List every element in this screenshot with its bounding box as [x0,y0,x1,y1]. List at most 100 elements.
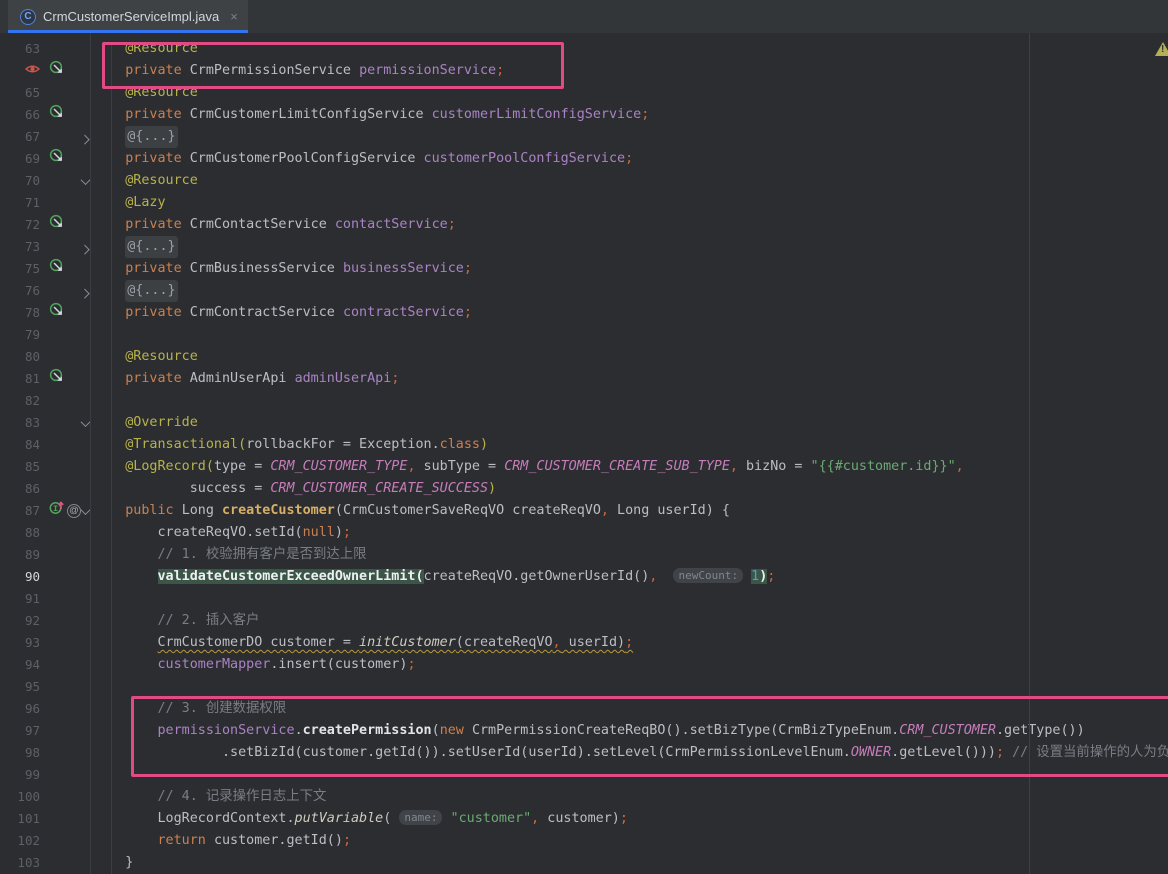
code-line-91[interactable]: 91 [0,588,1168,610]
code-line-102[interactable]: 102 return customer.getId(); [0,830,1168,852]
code-line-89[interactable]: 89 // 1. 校验拥有客户是否到达上限 [0,544,1168,566]
code-line-99[interactable]: 99 [0,764,1168,786]
code-line-71[interactable]: 71 @Lazy [0,192,1168,214]
inspections-warning-widget[interactable] [1155,42,1168,56]
code-line-[interactable]: private CrmPermissionService permissionS… [0,60,1168,82]
code-line-86[interactable]: 86 success = CRM_CUSTOMER_CREATE_SUCCESS… [0,478,1168,500]
code-text [92,588,1168,610]
tab-close-icon[interactable]: × [230,9,238,24]
code-line-70[interactable]: 70 @Resource [0,170,1168,192]
code-token: ; [407,657,415,672]
code-token: private [125,305,190,320]
spring-bean-icon[interactable] [49,148,64,171]
gutter: 70 [0,170,92,192]
code-line-97[interactable]: 97 permissionService.createPermission(ne… [0,720,1168,742]
code-line-82[interactable]: 82 [0,390,1168,412]
code-text: private CrmPermissionService permissionS… [92,60,1168,82]
code-line-63[interactable]: 63 @Resource [0,38,1168,60]
code-line-69[interactable]: 69 private CrmCustomerPoolConfigService … [0,148,1168,170]
gutter: 87I@ [0,500,92,522]
fold-collapsed-icon[interactable] [79,288,89,298]
code-text: LogRecordContext.putVariable( name: "cus… [92,808,1168,830]
code-line-78[interactable]: 78 private CrmContractService contractSe… [0,302,1168,324]
code-token: // 1. 校验拥有客户是否到达上限 [158,547,367,562]
code-line-88[interactable]: 88 createReqVO.setId(null); [0,522,1168,544]
code-text: @Resource [92,38,1168,60]
code-token: CrmContractService [190,305,343,320]
gutter: 103 [0,852,92,874]
implementing-method-icon[interactable]: I [49,500,65,523]
gutter: 80 [0,346,92,368]
code-token: ; [448,217,456,232]
spring-bean-icon[interactable] [49,368,64,391]
code-token: ( [238,437,246,452]
code-line-75[interactable]: 75 private CrmBusinessService businessSe… [0,258,1168,280]
code-line-94[interactable]: 94 customerMapper.insert(customer); [0,654,1168,676]
code-line-87[interactable]: 87I@ public Long createCustomer(CrmCusto… [0,500,1168,522]
code-line-81[interactable]: 81 private AdminUserApi adminUserApi; [0,368,1168,390]
code-line-84[interactable]: 84 @Transactional(rollbackFor = Exceptio… [0,434,1168,456]
gutter: 102 [0,830,92,852]
code-line-80[interactable]: 80 @Resource [0,346,1168,368]
code-token: OWNER [851,745,891,760]
code-token: CrmPermissionService [190,63,359,78]
fold-expanded-icon[interactable] [80,175,90,185]
fold-collapsed-icon[interactable] [79,134,89,144]
code-line-66[interactable]: 66 private CrmCustomerLimitConfigService… [0,104,1168,126]
code-token: . [295,723,303,738]
code-line-65[interactable]: 65 @Resource [0,82,1168,104]
fold-collapsed-icon[interactable] [79,244,89,254]
code-token: rollbackFor = Exception. [246,437,439,452]
code-line-96[interactable]: 96 // 3. 创建数据权限 [0,698,1168,720]
code-line-73[interactable]: 73 @{...} [0,236,1168,258]
code-token [93,635,158,650]
line-number: 79 [0,324,44,346]
code-token: @Resource [93,349,198,364]
eye-icon[interactable] [25,63,40,78]
spring-bean-icon[interactable] [49,60,64,83]
code-token: contactService [335,217,448,232]
code-token [93,789,158,804]
gutter: 90 [0,566,92,588]
code-line-98[interactable]: 98 .setBizId(customer.getId()).setUserId… [0,742,1168,764]
line-number: 63 [0,38,44,60]
code-line-76[interactable]: 76 @{...} [0,280,1168,302]
code-editor[interactable]: 63 @Resource private CrmPermissionServic… [0,33,1168,874]
spring-bean-icon[interactable] [49,214,64,237]
line-number: 66 [0,104,44,126]
code-token [93,107,125,122]
code-text: @Resource [92,170,1168,192]
tab-crmcustomerserviceimpl[interactable]: C CrmCustomerServiceImpl.java × [8,0,248,33]
code-token [93,63,125,78]
code-line-67[interactable]: 67 @{...} [0,126,1168,148]
code-line-95[interactable]: 95 [0,676,1168,698]
spring-bean-icon[interactable] [49,302,64,325]
spring-bean-icon[interactable] [49,258,64,281]
code-line-103[interactable]: 103 } [0,852,1168,874]
code-token: 1 [751,569,759,584]
code-line-79[interactable]: 79 [0,324,1168,346]
code-token: // 设置当前操作的人为负责人 [1012,745,1168,760]
code-line-72[interactable]: 72 private CrmContactService contactServ… [0,214,1168,236]
code-line-92[interactable]: 92 // 2. 插入客户 [0,610,1168,632]
line-number: 88 [0,522,44,544]
line-number: 72 [0,214,44,236]
code-line-101[interactable]: 101 LogRecordContext.putVariable( name: … [0,808,1168,830]
code-line-83[interactable]: 83 @Override [0,412,1168,434]
code-line-93[interactable]: 93 CrmCustomerDO customer = initCustomer… [0,632,1168,654]
code-token: private [125,107,190,122]
fold-expanded-icon[interactable] [80,505,90,515]
fold-expanded-icon[interactable] [80,417,90,427]
code-line-90[interactable]: 90 validateCustomerExceedOwnerLimit(crea… [0,566,1168,588]
code-text: // 4. 记录操作日志上下文 [92,786,1168,808]
code-token: initCustomer [359,635,456,650]
code-text [92,390,1168,412]
inlay-parameter-hint: name: [399,810,442,825]
spring-bean-icon[interactable] [49,104,64,127]
code-line-100[interactable]: 100 // 4. 记录操作日志上下文 [0,786,1168,808]
code-token: type = [214,459,270,474]
code-line-85[interactable]: 85 @LogRecord(type = CRM_CUSTOMER_TYPE, … [0,456,1168,478]
gutter: 98 [0,742,92,764]
code-text: @Override [92,412,1168,434]
gutter: 75 [0,258,92,280]
